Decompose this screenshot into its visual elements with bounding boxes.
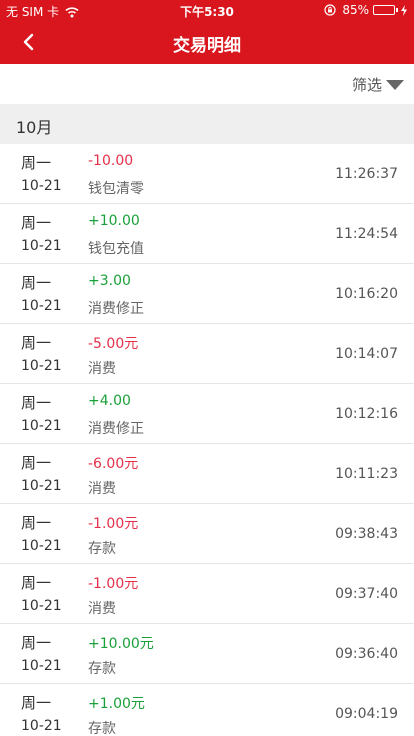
- transaction-amount: +1.00元: [88, 696, 145, 712]
- filter-label: 筛选: [351, 76, 382, 94]
- filter-button[interactable]: 筛选: [352, 74, 404, 95]
- transaction-description: 消费修正: [88, 301, 144, 317]
- transaction-date: 10-21: [21, 538, 62, 554]
- transaction-row[interactable]: 周一 10-21 +1.00元 存款 09:04:19: [0, 684, 414, 736]
- transaction-weekday: 周一: [21, 454, 52, 472]
- orientation-lock-icon: [324, 4, 336, 16]
- month-label: 10月: [16, 118, 53, 137]
- transaction-amount: +10.00元: [88, 636, 154, 652]
- transaction-date: 10-21: [21, 238, 62, 254]
- transaction-weekday: 周一: [21, 334, 52, 352]
- month-section-header: 10月: [0, 104, 414, 144]
- transaction-date: 10-21: [21, 298, 62, 314]
- transaction-description: 钱包充值: [88, 241, 144, 257]
- app-screen: 无 SIM 卡 下午5:30 85% 交易明细 筛选 10月 周一 10-21 …: [0, 0, 414, 736]
- transaction-description: 消费: [88, 361, 116, 377]
- transaction-amount: -1.00元: [88, 516, 139, 532]
- transaction-time: 09:04:19: [335, 706, 398, 722]
- transaction-date: 10-21: [21, 178, 62, 194]
- charging-bolt-icon: [401, 4, 407, 16]
- transaction-time: 10:12:16: [335, 406, 398, 422]
- transaction-weekday: 周一: [21, 154, 52, 172]
- transaction-time: 09:38:43: [335, 526, 398, 542]
- transaction-amount: +3.00: [88, 273, 131, 289]
- transaction-weekday: 周一: [21, 214, 52, 232]
- transaction-amount: -5.00元: [88, 336, 139, 352]
- transaction-date: 10-21: [21, 658, 62, 674]
- transaction-row[interactable]: 周一 10-21 +10.00元 存款 09:36:40: [0, 624, 414, 684]
- transaction-weekday: 周一: [21, 574, 52, 592]
- transaction-description: 消费修正: [88, 421, 144, 437]
- transaction-description: 钱包清零: [88, 181, 144, 197]
- transaction-time: 11:24:54: [335, 226, 398, 242]
- transaction-time: 10:11:23: [335, 466, 398, 482]
- filter-bar: 筛选: [0, 64, 414, 104]
- transaction-row[interactable]: 周一 10-21 -1.00元 消费 09:37:40: [0, 564, 414, 624]
- transaction-amount: -1.00元: [88, 576, 139, 592]
- transaction-weekday: 周一: [21, 694, 52, 712]
- transaction-time: 10:14:07: [335, 346, 398, 362]
- transaction-amount: +4.00: [88, 393, 131, 409]
- transaction-date: 10-21: [21, 718, 62, 734]
- transaction-description: 消费: [88, 481, 116, 497]
- transaction-weekday: 周一: [21, 514, 52, 532]
- transaction-row[interactable]: 周一 10-21 -1.00元 存款 09:38:43: [0, 504, 414, 564]
- transaction-row[interactable]: 周一 10-21 +3.00 消费修正 10:16:20: [0, 264, 414, 324]
- transaction-weekday: 周一: [21, 394, 52, 412]
- transaction-description: 存款: [88, 721, 116, 736]
- triangle-down-icon: [386, 79, 404, 90]
- transaction-time: 11:26:37: [335, 166, 398, 182]
- transaction-description: 存款: [88, 541, 116, 557]
- transaction-row[interactable]: 周一 10-21 +10.00 钱包充值 11:24:54: [0, 204, 414, 264]
- transaction-time: 09:36:40: [335, 646, 398, 662]
- transaction-row[interactable]: 周一 10-21 +4.00 消费修正 10:12:16: [0, 384, 414, 444]
- navigation-bar: 交易明细: [0, 20, 414, 64]
- transaction-amount: -10.00: [88, 153, 134, 169]
- transaction-date: 10-21: [21, 478, 62, 494]
- transaction-weekday: 周一: [21, 634, 52, 652]
- transaction-weekday: 周一: [21, 274, 52, 292]
- transaction-list: 周一 10-21 -10.00 钱包清零 11:26:37 周一 10-21 +10.00 钱包…: [0, 144, 414, 736]
- transaction-date: 10-21: [21, 358, 62, 374]
- transaction-row[interactable]: 周一 10-21 -6.00元 消费 10:11:23: [0, 444, 414, 504]
- transaction-date: 10-21: [21, 418, 62, 434]
- transaction-row[interactable]: 周一 10-21 -5.00元 消费 10:14:07: [0, 324, 414, 384]
- transaction-date: 10-21: [21, 598, 62, 614]
- transaction-amount: -6.00元: [88, 456, 139, 472]
- transaction-description: 消费: [88, 601, 116, 617]
- transaction-time: 10:16:20: [335, 286, 398, 302]
- page-title: 交易明细: [173, 36, 241, 56]
- battery-icon: [373, 5, 398, 15]
- status-bar: 无 SIM 卡 下午5:30 85%: [0, 0, 414, 20]
- transaction-amount: +10.00: [88, 213, 140, 229]
- transaction-time: 09:37:40: [335, 586, 398, 602]
- transaction-description: 存款: [88, 661, 116, 677]
- status-right: 85%: [324, 3, 408, 17]
- battery-percent: 85%: [342, 3, 369, 17]
- transaction-row[interactable]: 周一 10-21 -10.00 钱包清零 11:26:37: [0, 144, 414, 204]
